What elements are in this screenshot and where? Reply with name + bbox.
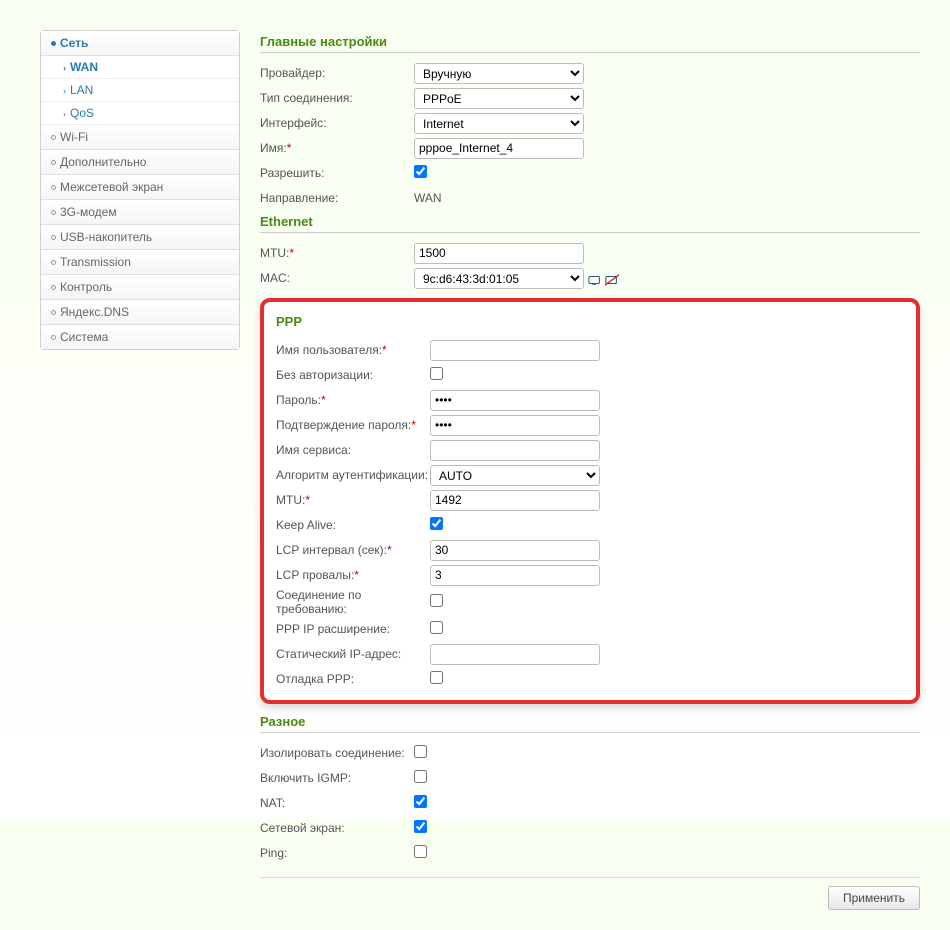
nav-item-3gmodem[interactable]: 3G-модем (41, 200, 239, 225)
nav-sub-label: WAN (70, 60, 98, 74)
ping-label: Ping: (260, 846, 414, 860)
mac-select[interactable]: 9c:d6:43:3d:01:05 (414, 268, 584, 289)
apply-row: Применить (260, 877, 920, 920)
apply-button[interactable]: Применить (828, 886, 920, 910)
ping-checkbox[interactable] (414, 845, 427, 858)
password-input[interactable] (430, 390, 600, 411)
interface-select[interactable]: Internet (414, 113, 584, 134)
nav-item-yandexdns[interactable]: Яндекс.DNS (41, 300, 239, 325)
nav-sub-label: LAN (70, 83, 93, 97)
lcp-fail-input[interactable] (430, 565, 600, 586)
sidebar: Сеть ›WAN ›LAN ›QoS Wi-Fi Дополнительно … (40, 30, 240, 920)
provider-label: Провайдер: (260, 66, 414, 80)
nav-label: Сеть (60, 36, 88, 50)
nav-label: Яндекс.DNS (60, 305, 129, 319)
ppp-mtu-input[interactable] (430, 490, 600, 511)
mac-label: MAC: (260, 271, 414, 285)
name-label: Имя:* (260, 141, 414, 155)
interface-label: Интерфейс: (260, 116, 414, 130)
section-ppp-title: PPP (276, 314, 904, 332)
nav-item-control[interactable]: Контроль (41, 275, 239, 300)
firewall-label: Сетевой экран: (260, 821, 414, 835)
nav-label: USB-накопитель (60, 230, 152, 244)
nav-item-firewall[interactable]: Межсетевой экран (41, 175, 239, 200)
conn-type-select[interactable]: PPPoE (414, 88, 584, 109)
nav-label: Transmission (60, 255, 131, 269)
username-label: Имя пользователя:* (276, 343, 430, 357)
debug-label: Отладка PPP: (276, 672, 430, 686)
lcp-interval-label: LCP интервал (сек):* (276, 543, 430, 557)
nat-label: NAT: (260, 796, 414, 810)
allow-label: Разрешить: (260, 166, 414, 180)
nav-sub-wan[interactable]: ›WAN (41, 56, 239, 79)
content: Главные настройки Провайдер:Вручную Тип … (260, 30, 920, 920)
direction-label: Направление: (260, 191, 414, 205)
section-main-title: Главные настройки (260, 34, 920, 53)
static-ip-label: Статический IP-адрес: (276, 647, 430, 661)
isolate-checkbox[interactable] (414, 745, 427, 758)
section-misc-title: Разное (260, 714, 920, 733)
nav-label: Wi-Fi (60, 130, 88, 144)
restore-mac-icon[interactable] (605, 274, 619, 286)
password-confirm-label: Подтверждение пароля:* (276, 418, 430, 432)
auth-algo-select[interactable]: AUTO (430, 465, 600, 486)
direction-value: WAN (414, 191, 442, 205)
noauth-checkbox[interactable] (430, 367, 443, 380)
service-label: Имя сервиса: (276, 443, 430, 457)
static-ip-input[interactable] (430, 644, 600, 665)
clone-mac-icon[interactable] (588, 274, 602, 286)
username-input[interactable] (430, 340, 600, 361)
ppp-section-highlight: PPP Имя пользователя:* Без авторизации: … (260, 298, 920, 704)
keepalive-label: Keep Alive: (276, 518, 430, 532)
lcp-interval-input[interactable] (430, 540, 600, 561)
nav-label: Дополнительно (60, 155, 146, 169)
provider-select[interactable]: Вручную (414, 63, 584, 84)
nav-label: Контроль (60, 280, 112, 294)
auth-algo-label: Алгоритм аутентификации: (276, 468, 430, 482)
lcp-fail-label: LCP провалы:* (276, 568, 430, 582)
nav-sub-qos[interactable]: ›QoS (41, 102, 239, 125)
nav-item-advanced[interactable]: Дополнительно (41, 150, 239, 175)
nav-item-wifi[interactable]: Wi-Fi (41, 125, 239, 150)
conn-type-label: Тип соединения: (260, 91, 414, 105)
nav-sub-lan[interactable]: ›LAN (41, 79, 239, 102)
nav-item-transmission[interactable]: Transmission (41, 250, 239, 275)
firewall-checkbox[interactable] (414, 820, 427, 833)
service-input[interactable] (430, 440, 600, 461)
dial-ondemand-checkbox[interactable] (430, 594, 443, 607)
eth-mtu-label: MTU:* (260, 246, 414, 260)
nav-label: Система (60, 330, 108, 344)
debug-checkbox[interactable] (430, 671, 443, 684)
igmp-checkbox[interactable] (414, 770, 427, 783)
nav-item-network[interactable]: Сеть (41, 31, 239, 56)
nav-label: Межсетевой экран (60, 180, 163, 194)
nav-list: Сеть ›WAN ›LAN ›QoS Wi-Fi Дополнительно … (40, 30, 240, 350)
ppp-ip-ext-label: PPP IP расширение: (276, 622, 430, 636)
noauth-label: Без авторизации: (276, 368, 430, 382)
keepalive-checkbox[interactable] (430, 517, 443, 530)
ppp-ip-ext-checkbox[interactable] (430, 621, 443, 634)
password-confirm-input[interactable] (430, 415, 600, 436)
ppp-mtu-label: MTU:* (276, 493, 430, 507)
nat-checkbox[interactable] (414, 795, 427, 808)
isolate-label: Изолировать соединение: (260, 746, 414, 760)
nav-label: 3G-модем (60, 205, 117, 219)
section-ethernet-title: Ethernet (260, 214, 920, 233)
nav-item-system[interactable]: Система (41, 325, 239, 349)
nav-sub-label: QoS (70, 106, 94, 120)
allow-checkbox[interactable] (414, 165, 427, 178)
nav-item-usb[interactable]: USB-накопитель (41, 225, 239, 250)
dial-ondemand-label: Соединение по требованию: (276, 588, 430, 616)
igmp-label: Включить IGMP: (260, 771, 414, 785)
name-input[interactable] (414, 138, 584, 159)
password-label: Пароль:* (276, 393, 430, 407)
eth-mtu-input[interactable] (414, 243, 584, 264)
